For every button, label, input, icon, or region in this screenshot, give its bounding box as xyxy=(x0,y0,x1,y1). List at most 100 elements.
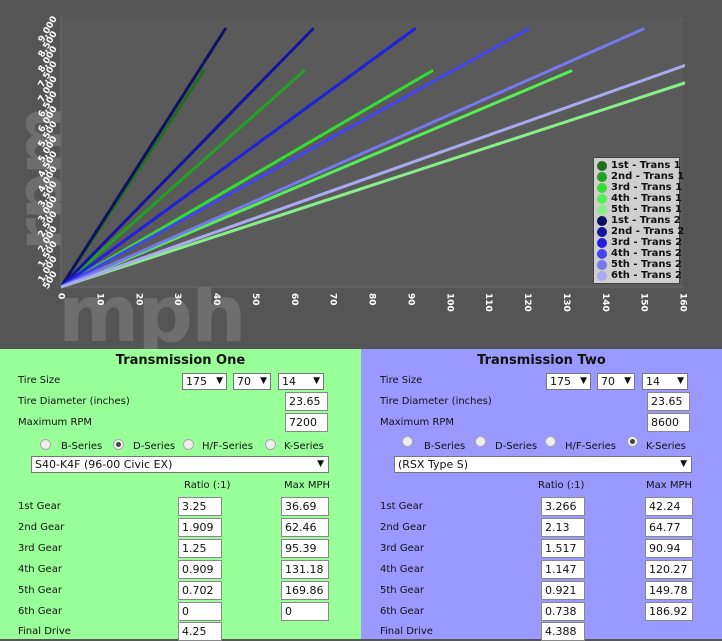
final-drive-label: Final Drive xyxy=(18,626,71,637)
x-tick-label: 150 xyxy=(639,293,649,312)
legend-entry: 3rd - Trans 1 xyxy=(597,182,682,193)
max-rpm-label: Maximum RPM xyxy=(380,417,455,428)
tire-diameter-field[interactable]: 23.65 xyxy=(285,392,328,411)
gear-ratio-field[interactable]: 0 xyxy=(178,602,222,621)
tire-aspect-select[interactable]: 70 ▼ xyxy=(233,373,271,390)
gear-ratio-field[interactable]: 0.921 xyxy=(541,581,585,600)
x-tick-label: 80 xyxy=(367,293,377,306)
gear-max-mph-field[interactable]: 131.18 xyxy=(281,560,329,579)
dropdown-arrow-icon: ▼ xyxy=(680,459,687,469)
max-rpm-field[interactable]: 8600 xyxy=(647,413,690,432)
gear-max-mph-field[interactable]: 120.27 xyxy=(645,560,693,579)
legend-swatch xyxy=(597,270,607,281)
x-tick-label: 50 xyxy=(250,293,260,306)
legend-swatch xyxy=(597,237,607,248)
gear-max-mph-field[interactable]: 169.86 xyxy=(281,581,329,600)
legend-swatch xyxy=(597,193,607,204)
x-tick-label: 160 xyxy=(678,293,688,312)
x-tick-label: 10 xyxy=(94,293,104,306)
gear-max-mph-field[interactable]: 149.78 xyxy=(645,581,693,600)
x-tick-label: 20 xyxy=(133,293,143,306)
tire-width-select[interactable]: 175 ▼ xyxy=(546,373,591,390)
transmission-two-panel: Transmission Two Tire Size 175 ▼ 70 ▼ 14 ▼ … xyxy=(361,349,722,641)
series-label-k: K-Series xyxy=(284,441,324,452)
legend-swatch xyxy=(597,160,607,171)
x-tick-label: 110 xyxy=(483,293,493,312)
gear-ratio-field[interactable]: 3.266 xyxy=(541,497,585,516)
gear-ratio-field[interactable]: 1.517 xyxy=(541,539,585,558)
max-mph-header: Max MPH xyxy=(284,480,331,491)
panel-title: Transmission Two xyxy=(477,353,606,368)
gear-max-mph-field[interactable]: 0 xyxy=(281,602,329,621)
chart-legend: 1st - Trans 1 2nd - Trans 1 3rd - Trans 14… xyxy=(593,157,684,284)
gear-max-mph-field[interactable]: 42.24 xyxy=(645,497,693,516)
series-radio-b[interactable] xyxy=(40,439,51,450)
series-radio-b[interactable] xyxy=(402,436,413,447)
tire-aspect-select[interactable]: 70 ▼ xyxy=(597,373,635,390)
series-label-hf: H/F-Series xyxy=(202,441,254,452)
legend-entry: 2nd - Trans 2 xyxy=(597,226,684,237)
gear-ratio-field[interactable]: 2.13 xyxy=(541,518,585,537)
series-radio-d[interactable] xyxy=(113,439,124,450)
gear-label: 3rd Gear xyxy=(18,543,62,554)
gear-ratio-field[interactable]: 0.702 xyxy=(178,581,222,600)
series-radio-hf[interactable] xyxy=(545,436,556,447)
gear-max-mph-field[interactable]: 95.39 xyxy=(281,539,329,558)
gear-max-mph-field[interactable]: 64.77 xyxy=(645,518,693,537)
gear-max-mph-field[interactable]: 90.94 xyxy=(645,539,693,558)
gear-label: 1st Gear xyxy=(18,501,61,512)
model-select[interactable]: (RSX Type S) ▼ xyxy=(394,456,692,473)
gear-max-mph-field[interactable]: 62.46 xyxy=(281,518,329,537)
gear-ratio-field[interactable]: 1.909 xyxy=(178,518,222,537)
max-rpm-field[interactable]: 7200 xyxy=(285,413,328,432)
gear-max-mph-field[interactable]: 186.92 xyxy=(645,602,693,621)
final-drive-label: Final Drive xyxy=(380,626,433,637)
series-radio-k[interactable] xyxy=(265,439,276,450)
tire-rim-select[interactable]: 14 ▼ xyxy=(278,373,324,390)
legend-swatch xyxy=(597,182,607,193)
final-drive-field[interactable]: 4.25 xyxy=(178,622,222,641)
tire-rim-select[interactable]: 14 ▼ xyxy=(642,373,688,390)
legend-entry: 1st - Trans 2 xyxy=(597,215,681,226)
series-radio-hf[interactable] xyxy=(183,439,194,450)
series-radio-k[interactable] xyxy=(627,436,638,447)
gear-label: 2nd Gear xyxy=(18,522,65,533)
x-tick-label: 40 xyxy=(211,293,221,306)
x-tick-label: 90 xyxy=(405,293,415,306)
gear-ratio-field[interactable]: 1.25 xyxy=(178,539,222,558)
tire-width-select[interactable]: 175 ▼ xyxy=(182,373,227,390)
series-label-k: K-Series xyxy=(646,441,686,452)
legend-label: 4th - Trans 1 xyxy=(611,193,682,204)
final-drive-field[interactable]: 4.388 xyxy=(541,622,585,641)
legend-entry: 1st - Trans 1 xyxy=(597,160,681,171)
tire-diameter-field[interactable]: 23.65 xyxy=(647,392,690,411)
series-label-b: B-Series xyxy=(61,441,103,452)
dropdown-arrow-icon: ▼ xyxy=(317,459,324,469)
legend-entry: 6th - Trans 2 xyxy=(597,270,682,281)
legend-swatch xyxy=(597,171,607,182)
model-select[interactable]: S40-K4F (96-00 Civic EX) ▼ xyxy=(31,456,329,473)
transmission-one-panel: Transmission One Tire Size 175 ▼ 70 ▼ 14 ▼ … xyxy=(0,349,361,641)
dropdown-arrow-icon: ▼ xyxy=(260,376,267,386)
gear-ratio-field[interactable]: 1.147 xyxy=(541,560,585,579)
dropdown-arrow-icon: ▼ xyxy=(216,376,223,386)
x-tick-label: 140 xyxy=(600,293,610,312)
x-tick-label: 120 xyxy=(522,293,532,312)
legend-entry: 5th - Trans 2 xyxy=(597,259,682,270)
ratio-header: Ratio (:1) xyxy=(538,480,585,491)
gear-ratio-field[interactable]: 0.909 xyxy=(178,560,222,579)
dropdown-arrow-icon: ▼ xyxy=(624,376,631,386)
tire-size-label: Tire Size xyxy=(18,375,61,386)
legend-entry: 4th - Trans 1 xyxy=(597,193,682,204)
legend-label: 1st - Trans 1 xyxy=(611,160,681,171)
gear-max-mph-field[interactable]: 36.69 xyxy=(281,497,329,516)
legend-swatch xyxy=(597,259,607,270)
x-tick-label: 100 xyxy=(444,293,454,312)
gear-ratio-field[interactable]: 0.738 xyxy=(541,602,585,621)
gear-ratio-field[interactable]: 3.25 xyxy=(178,497,222,516)
x-tick-label: 130 xyxy=(561,293,571,312)
tire-diameter-label: Tire Diameter (inches) xyxy=(380,396,492,407)
series-label-d: D-Series xyxy=(133,441,176,452)
series-radio-d[interactable] xyxy=(475,436,486,447)
legend-label: 5th - Trans 2 xyxy=(611,259,682,270)
